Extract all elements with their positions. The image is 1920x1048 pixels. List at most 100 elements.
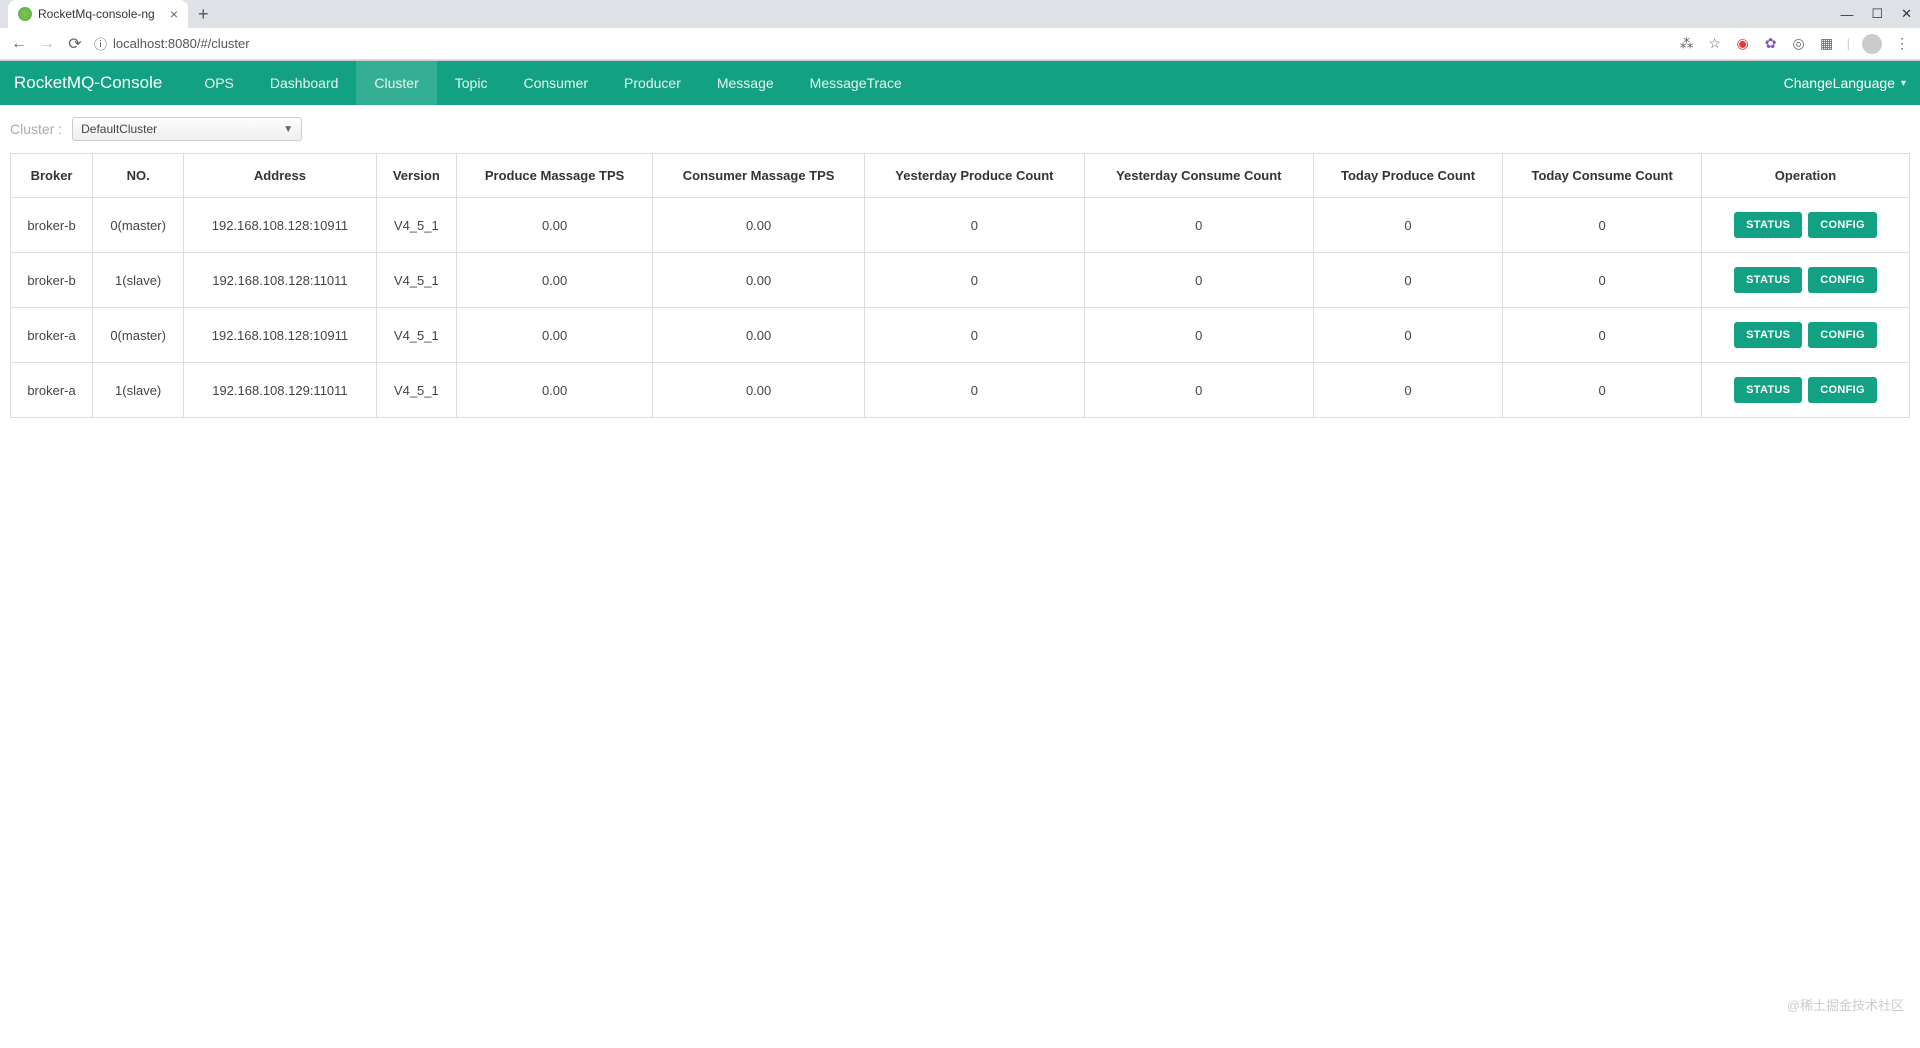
extension-red-icon[interactable]: ◉ xyxy=(1735,36,1751,52)
browser-chrome: RocketMq-console-ng × + — ☐ ✕ ← → ⟳ ⓘ lo… xyxy=(0,0,1920,61)
operation-cell: STATUSCONFIG xyxy=(1701,253,1909,308)
minimize-icon[interactable]: — xyxy=(1840,7,1853,22)
browser-tab[interactable]: RocketMq-console-ng × xyxy=(8,0,188,28)
table-cell: 1(slave) xyxy=(93,253,184,308)
tab-bar: RocketMq-console-ng × + — ☐ ✕ xyxy=(0,0,1920,28)
table-cell: V4_5_1 xyxy=(376,253,456,308)
table-row: broker-a1(slave)192.168.108.129:11011V4_… xyxy=(11,363,1910,418)
chevron-down-icon: ▾ xyxy=(1901,78,1906,89)
info-icon[interactable]: ⓘ xyxy=(94,34,107,53)
table-cell: 0.00 xyxy=(456,308,652,363)
table-cell: broker-a xyxy=(11,363,93,418)
table-header-cell: Consumer Massage TPS xyxy=(653,154,865,198)
operation-cell: STATUSCONFIG xyxy=(1701,363,1909,418)
table-header-cell: Operation xyxy=(1701,154,1909,198)
table-cell: 0 xyxy=(864,308,1084,363)
language-label: ChangeLanguage xyxy=(1784,75,1895,91)
config-button[interactable]: CONFIG xyxy=(1808,377,1877,403)
translate-icon[interactable]: ⁂ xyxy=(1679,36,1695,52)
config-button[interactable]: CONFIG xyxy=(1808,212,1877,238)
table-cell: 0.00 xyxy=(456,253,652,308)
table-cell: 0 xyxy=(1084,363,1313,418)
table-cell: 0 xyxy=(1503,308,1702,363)
table-cell: 192.168.108.129:11011 xyxy=(184,363,376,418)
status-button[interactable]: STATUS xyxy=(1734,377,1802,403)
table-cell: 0(master) xyxy=(93,308,184,363)
maximize-icon[interactable]: ☐ xyxy=(1871,6,1883,22)
table-header-row: BrokerNO.AddressVersionProduce Massage T… xyxy=(11,154,1910,198)
app-navbar: RocketMQ-Console OPSDashboardClusterTopi… xyxy=(0,61,1920,105)
status-button[interactable]: STATUS xyxy=(1734,212,1802,238)
table-cell: 0 xyxy=(1313,308,1503,363)
url-field[interactable]: ⓘ localhost:8080/#/cluster xyxy=(94,34,1669,53)
chevron-down-icon: ▼ xyxy=(283,124,293,135)
close-icon[interactable]: ✕ xyxy=(1901,6,1912,22)
nav-item-consumer[interactable]: Consumer xyxy=(505,61,606,105)
table-cell: 0.00 xyxy=(653,308,865,363)
nav-item-message[interactable]: Message xyxy=(699,61,792,105)
broker-table-wrap: BrokerNO.AddressVersionProduce Massage T… xyxy=(0,153,1920,438)
config-button[interactable]: CONFIG xyxy=(1808,322,1877,348)
tab-close-icon[interactable]: × xyxy=(170,6,178,22)
cluster-selected-value: DefaultCluster xyxy=(81,122,157,136)
status-button[interactable]: STATUS xyxy=(1734,322,1802,348)
table-header-cell: Version xyxy=(376,154,456,198)
table-header-cell: Broker xyxy=(11,154,93,198)
table-cell: V4_5_1 xyxy=(376,308,456,363)
config-button[interactable]: CONFIG xyxy=(1808,267,1877,293)
nav-item-messagetrace[interactable]: MessageTrace xyxy=(792,61,920,105)
change-language-button[interactable]: ChangeLanguage ▾ xyxy=(1784,75,1906,91)
favicon-icon xyxy=(18,7,32,21)
nav-item-topic[interactable]: Topic xyxy=(437,61,506,105)
table-header-cell: Today Produce Count xyxy=(1313,154,1503,198)
table-cell: 0 xyxy=(1084,198,1313,253)
extension-circle-icon[interactable]: ◎ xyxy=(1791,36,1807,52)
bookmark-icon[interactable]: ☆ xyxy=(1707,36,1723,52)
table-cell: 0 xyxy=(1503,198,1702,253)
table-cell: 0 xyxy=(1503,253,1702,308)
extension-purple-icon[interactable]: ✿ xyxy=(1763,36,1779,52)
table-cell: broker-b xyxy=(11,198,93,253)
nav-item-dashboard[interactable]: Dashboard xyxy=(252,61,357,105)
toolbar-icons: ⁂ ☆ ◉ ✿ ◎ ▦ | ⋮ xyxy=(1679,34,1910,54)
table-cell: 0 xyxy=(1313,253,1503,308)
table-cell: V4_5_1 xyxy=(376,198,456,253)
nav-item-ops[interactable]: OPS xyxy=(186,61,252,105)
table-cell: 0(master) xyxy=(93,198,184,253)
table-cell: 0 xyxy=(1313,198,1503,253)
kebab-menu-icon[interactable]: ⋮ xyxy=(1894,36,1910,52)
address-bar: ← → ⟳ ⓘ localhost:8080/#/cluster ⁂ ☆ ◉ ✿… xyxy=(0,28,1920,60)
table-header-cell: Today Consume Count xyxy=(1503,154,1702,198)
table-header-cell: Address xyxy=(184,154,376,198)
table-row: broker-a0(master)192.168.108.128:10911V4… xyxy=(11,308,1910,363)
forward-icon[interactable]: → xyxy=(38,35,56,53)
table-cell: 0.00 xyxy=(653,363,865,418)
status-button[interactable]: STATUS xyxy=(1734,267,1802,293)
table-cell: 0 xyxy=(1084,253,1313,308)
watermark-text: @稀土掘金技术社区 xyxy=(1787,995,1904,1014)
nav-item-producer[interactable]: Producer xyxy=(606,61,699,105)
table-header-cell: Yesterday Consume Count xyxy=(1084,154,1313,198)
table-cell: 0 xyxy=(1084,308,1313,363)
table-cell: broker-b xyxy=(11,253,93,308)
table-cell: 192.168.108.128:10911 xyxy=(184,198,376,253)
profile-avatar-icon[interactable] xyxy=(1862,34,1882,54)
table-row: broker-b1(slave)192.168.108.128:11011V4_… xyxy=(11,253,1910,308)
table-cell: 1(slave) xyxy=(93,363,184,418)
cluster-select[interactable]: DefaultCluster ▼ xyxy=(72,117,302,141)
nav-item-cluster[interactable]: Cluster xyxy=(356,61,436,105)
url-text: localhost:8080/#/cluster xyxy=(113,36,250,51)
back-icon[interactable]: ← xyxy=(10,35,28,53)
cluster-label: Cluster : xyxy=(10,121,62,137)
table-cell: 192.168.108.128:10911 xyxy=(184,308,376,363)
table-header-cell: NO. xyxy=(93,154,184,198)
table-body: broker-b0(master)192.168.108.128:10911V4… xyxy=(11,198,1910,418)
reload-icon[interactable]: ⟳ xyxy=(66,34,84,54)
cluster-filter-row: Cluster : DefaultCluster ▼ xyxy=(0,105,1920,153)
brand-title[interactable]: RocketMQ-Console xyxy=(14,73,162,93)
extension-grid-icon[interactable]: ▦ xyxy=(1819,36,1835,52)
new-tab-button[interactable]: + xyxy=(198,4,209,25)
window-controls: — ☐ ✕ xyxy=(1840,0,1912,28)
table-cell: 0.00 xyxy=(653,198,865,253)
table-cell: 0.00 xyxy=(456,198,652,253)
